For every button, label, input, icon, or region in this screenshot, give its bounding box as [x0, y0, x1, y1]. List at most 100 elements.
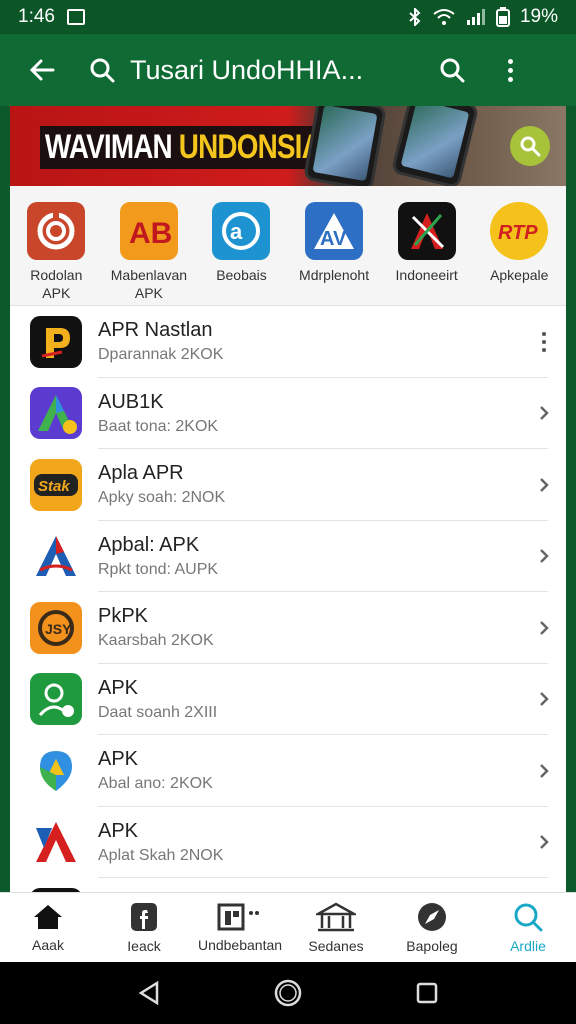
av-logo-icon: AV — [305, 202, 364, 260]
arrow-left-icon — [29, 59, 55, 81]
app-title: PkPK — [98, 605, 149, 628]
category-label: Apkepale — [490, 267, 549, 283]
banner-search-button[interactable] — [510, 126, 550, 166]
category-item[interactable]: AB Mabenlavan APK — [103, 202, 196, 302]
home-icon — [34, 904, 62, 929]
system-navigation-bar — [0, 962, 576, 1024]
category-item[interactable]: a Beobais — [195, 202, 288, 284]
nav-item-facebook[interactable]: Ieack — [96, 893, 192, 962]
banner-title: WAVIMAN UNDONSIA — [40, 126, 326, 169]
app-title: APR Nastlan — [98, 319, 213, 342]
battery-percent: 19% — [519, 6, 558, 27]
app-subtitle: Apky soah: 2NOK — [98, 489, 226, 507]
nav-label: Ieack — [127, 937, 161, 954]
search-lead-icon-wrap — [84, 57, 120, 83]
chevron-right-icon[interactable] — [522, 833, 566, 851]
app-subtitle: Rpkt tond: AUPK — [98, 560, 219, 578]
app-user-icon — [30, 673, 82, 726]
chevron-right-icon[interactable] — [522, 762, 566, 780]
category-item[interactable]: RTP Apkepale — [473, 202, 566, 284]
nav-label: Sedanes — [308, 937, 364, 954]
nav-item-temple[interactable]: Sedanes — [288, 893, 384, 962]
list-item[interactable]: APK Abal ano: 2KOK — [10, 735, 566, 807]
list-item-partial[interactable] — [10, 878, 566, 892]
svg-text:AB: AB — [129, 217, 172, 250]
app-title: Apbal: APK — [98, 533, 200, 556]
app-bar: Tusari UndoHHIA... — [0, 34, 576, 106]
list-item[interactable]: APR Nastlan Dparannak 2KOK — [10, 306, 566, 378]
bluetooth-icon — [409, 8, 421, 26]
phone-image — [303, 106, 387, 186]
app-subtitle: Abal ano: 2KOK — [98, 775, 213, 793]
app-a-tricolor-icon — [30, 530, 82, 583]
system-back-button[interactable] — [137, 980, 161, 1006]
svg-text:RTP: RTP — [498, 222, 538, 244]
facebook-icon — [131, 902, 157, 931]
nav-label: Undbebantan — [197, 936, 283, 953]
app-subtitle: Aplat Skah 2NOK — [98, 846, 224, 864]
category-label: Mabenlavan APK — [110, 267, 188, 301]
svg-text:AV: AV — [320, 228, 347, 250]
category-item[interactable]: Indoneeirt — [380, 202, 473, 284]
wifi-icon — [433, 9, 455, 25]
promo-banner[interactable]: WAVIMAN UNDONSIA — [10, 106, 566, 186]
category-item[interactable]: Rodolan APK — [10, 202, 103, 302]
chevron-right-icon[interactable] — [522, 404, 566, 422]
at-logo-icon: a — [212, 202, 271, 260]
nav-label: Ardlie — [510, 937, 546, 954]
chevron-right-icon[interactable] — [522, 547, 566, 565]
svg-text:Stak: Stak — [38, 478, 70, 495]
banner-title-white: WAVIMAN — [44, 128, 179, 166]
search-icon — [520, 136, 541, 157]
category-strip: Rodolan APK AB Mabenlavan APK a Beobais … — [10, 186, 566, 306]
search-button[interactable] — [420, 34, 484, 106]
gallery-notification-icon — [66, 9, 85, 25]
phone-image — [390, 106, 480, 186]
svg-text:JSY: JSY — [45, 621, 72, 637]
category-label: Mdrplenoht — [299, 267, 370, 283]
item-more-button[interactable] — [522, 331, 566, 352]
app-stak-logo-icon: Stak — [30, 458, 82, 511]
category-label: Beobais — [216, 267, 267, 283]
app-a-gradient-icon — [30, 387, 82, 440]
nav-item-search[interactable]: Ardlie — [480, 893, 576, 962]
chevron-right-icon[interactable] — [522, 476, 566, 494]
list-item[interactable]: Stak Apla APR Apky soah: 2NOK — [10, 449, 566, 521]
content-panel: WAVIMAN UNDONSIA Rodolan APK AB Mabenlav… — [10, 106, 566, 892]
status-time: 1:46 — [18, 6, 55, 27]
search-icon — [440, 58, 465, 83]
back-button[interactable] — [0, 34, 84, 106]
bottom-navigation: Aaak Ieack Undbebantan Sedanes Bapoleg A… — [0, 892, 576, 962]
list-item[interactable]: AUB1K Baat tona: 2KOK — [10, 378, 566, 450]
status-bar: 1:46 19% — [0, 0, 576, 34]
nav-item-compass[interactable]: Bapoleg — [384, 893, 480, 962]
app-title: Apla APR — [98, 462, 184, 485]
system-recents-button[interactable] — [415, 981, 439, 1005]
app-subtitle: Dparannak 2KOK — [98, 346, 224, 364]
list-item[interactable]: JSY PkPK Kaarsbah 2KOK — [10, 592, 566, 664]
nav-item-home[interactable]: Aaak — [0, 893, 96, 962]
search-query-title[interactable]: Tusari UndoHHIA... — [130, 55, 420, 86]
category-item[interactable]: AV Mdrplenoht — [288, 202, 381, 284]
chevron-right-icon[interactable] — [522, 619, 566, 637]
list-item[interactable]: Apbal: APK Rpkt tond: AUPK — [10, 521, 566, 593]
widget-icon — [217, 903, 259, 930]
category-label: Rodolan APK — [30, 267, 83, 301]
app-title: AUB1K — [98, 390, 164, 413]
nav-label: Bapoleg — [406, 937, 458, 954]
overflow-menu-button[interactable] — [484, 58, 536, 82]
app-list: APR Nastlan Dparannak 2KOK AUB1K Baat to… — [10, 306, 566, 892]
list-item[interactable]: APK Daat soanh 2XIII — [10, 664, 566, 736]
app-round-badge-icon: JSY — [30, 601, 82, 654]
nav-item-widget[interactable]: Undbebantan — [192, 893, 288, 962]
rtp-logo-icon: RTP — [490, 202, 549, 260]
circle-logo-icon — [27, 202, 86, 260]
compass-icon — [418, 902, 446, 931]
list-item[interactable]: APK Aplat Skah 2NOK — [10, 807, 566, 879]
system-home-button[interactable] — [274, 979, 302, 1007]
app-subtitle: Daat soanh 2XIII — [98, 703, 218, 721]
dot — [507, 67, 513, 73]
chevron-right-icon[interactable] — [522, 690, 566, 708]
search-icon — [90, 58, 115, 83]
app-title: APK — [98, 819, 139, 842]
